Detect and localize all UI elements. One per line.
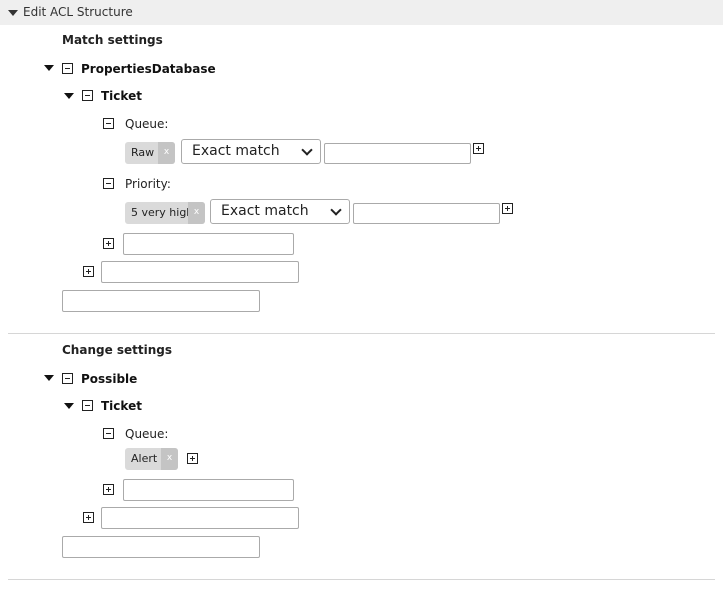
collapse-caret-icon[interactable] (8, 10, 18, 16)
priority-label: Priority: (125, 177, 171, 191)
queue-value-tag: Raw x (125, 142, 175, 164)
add-root-input[interactable] (62, 536, 260, 558)
tag-text: Alert (131, 452, 158, 465)
expand-caret-icon[interactable] (64, 93, 74, 99)
queue-label: Queue: (125, 427, 169, 441)
add-plus-icon[interactable] (502, 203, 513, 214)
chevron-down-icon (330, 204, 342, 216)
header-title: Edit ACL Structure (23, 5, 133, 19)
expand-caret-icon[interactable] (44, 375, 54, 381)
tag-text: 5 very high (131, 206, 194, 219)
section-divider (8, 333, 715, 334)
collapse-minus-icon[interactable] (82, 90, 93, 101)
add-plus-icon[interactable] (103, 484, 114, 495)
expand-caret-icon[interactable] (44, 65, 54, 71)
queue-label: Queue: (125, 117, 169, 131)
add-plus-icon[interactable] (83, 266, 94, 277)
tag-text: Raw (131, 146, 155, 159)
priority-value-input[interactable] (353, 203, 500, 224)
queue-value-input[interactable] (324, 143, 471, 164)
change-ticket-label: Ticket (101, 399, 142, 413)
tag-remove-button[interactable]: x (158, 142, 175, 164)
match-root-label: PropertiesDatabase (81, 62, 216, 76)
match-ticket-label: Ticket (101, 89, 142, 103)
chevron-down-icon (301, 144, 313, 156)
add-field-input[interactable] (123, 479, 294, 501)
add-plus-icon[interactable] (83, 512, 94, 523)
priority-value-tag: 5 very high x (125, 202, 205, 224)
change-root-label: Possible (81, 372, 138, 386)
queue-match-select[interactable]: Exact match (181, 139, 321, 164)
select-value: Exact match (221, 203, 309, 219)
collapse-minus-icon[interactable] (82, 400, 93, 411)
section-divider (8, 579, 715, 580)
add-plus-icon[interactable] (473, 143, 484, 154)
remove-minus-icon[interactable] (103, 428, 114, 439)
queue-value-tag: Alert x (125, 448, 178, 470)
add-object-input[interactable] (101, 507, 299, 529)
expand-caret-icon[interactable] (64, 403, 74, 409)
priority-match-select[interactable]: Exact match (210, 199, 350, 224)
tag-remove-button[interactable]: x (188, 202, 205, 224)
collapse-minus-icon[interactable] (62, 373, 73, 384)
add-field-input[interactable] (123, 233, 294, 255)
add-object-input[interactable] (101, 261, 299, 283)
remove-minus-icon[interactable] (103, 178, 114, 189)
tag-remove-button[interactable]: x (161, 448, 178, 470)
remove-minus-icon[interactable] (103, 118, 114, 129)
change-settings-title: Change settings (62, 343, 173, 357)
match-settings-title: Match settings (62, 33, 163, 47)
add-plus-icon[interactable] (103, 238, 114, 249)
edit-acl-structure-header[interactable]: Edit ACL Structure (0, 0, 723, 25)
select-value: Exact match (192, 143, 280, 159)
add-root-input[interactable] (62, 290, 260, 312)
collapse-minus-icon[interactable] (62, 63, 73, 74)
add-plus-icon[interactable] (187, 453, 198, 464)
